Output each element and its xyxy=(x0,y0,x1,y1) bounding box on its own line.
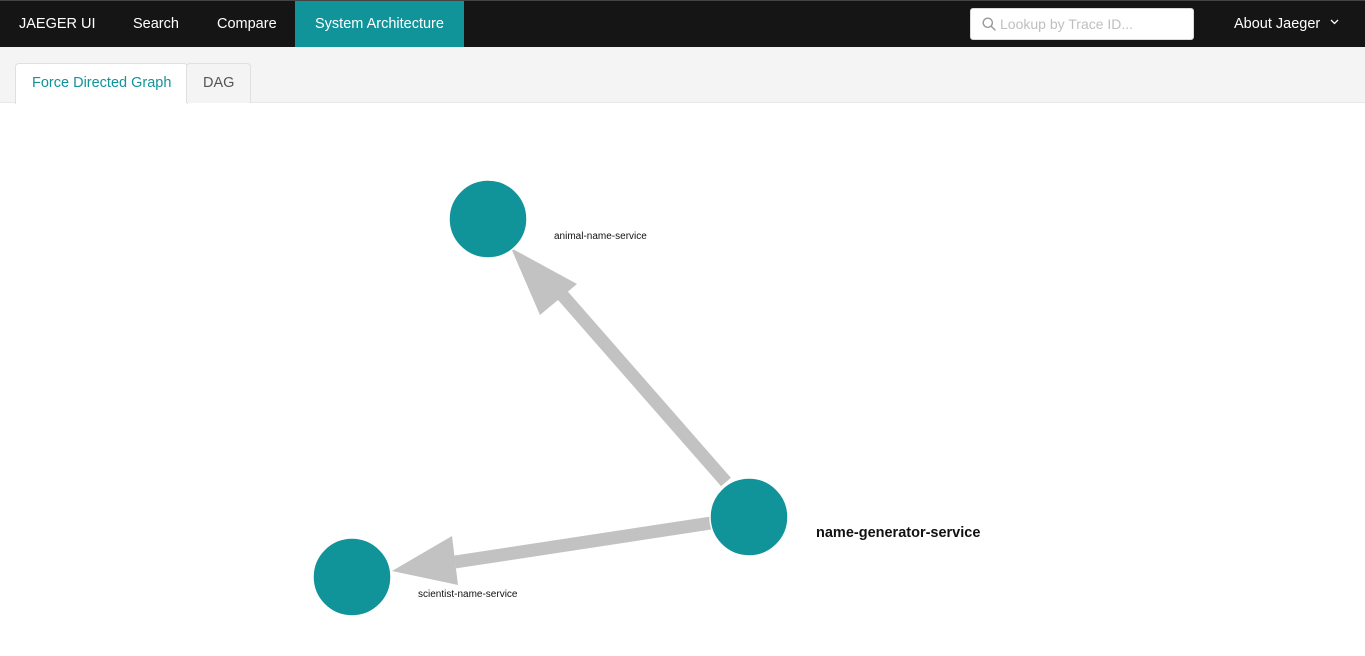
nav-compare[interactable]: Compare xyxy=(217,1,277,47)
trace-id-input[interactable] xyxy=(1000,9,1186,39)
chevron-down-icon xyxy=(1330,19,1339,25)
nav-search[interactable]: Search xyxy=(133,1,179,47)
node-label: scientist-name-service xyxy=(418,589,518,600)
node-scientist-name-service[interactable]: scientist-name-service xyxy=(312,537,518,617)
search-icon xyxy=(982,17,996,31)
edge-name-generator-to-scientist xyxy=(392,516,712,585)
arrowhead-icon xyxy=(392,536,458,585)
view-tabs: Force Directed Graph DAG xyxy=(0,47,1365,104)
top-navbar: JAEGER UI Search Compare System Architec… xyxy=(0,0,1365,47)
edge-name-generator-to-animal xyxy=(511,248,731,487)
node-label: animal-name-service xyxy=(554,231,647,242)
brand-link[interactable]: JAEGER UI xyxy=(19,1,96,47)
tab-force-directed-graph[interactable]: Force Directed Graph xyxy=(15,63,189,104)
trace-id-search[interactable] xyxy=(970,8,1194,40)
node-name-generator-service[interactable]: name-generator-service xyxy=(709,477,980,557)
about-jaeger-menu[interactable]: About Jaeger xyxy=(1234,1,1339,47)
node-animal-name-service[interactable]: animal-name-service xyxy=(448,179,647,259)
service-dependency-graph[interactable]: animal-name-service name-generator-servi… xyxy=(0,103,1365,656)
node-label: name-generator-service xyxy=(816,525,980,541)
about-jaeger-label: About Jaeger xyxy=(1234,16,1321,32)
nav-system-architecture[interactable]: System Architecture xyxy=(295,1,464,47)
tab-dag[interactable]: DAG xyxy=(186,63,252,103)
